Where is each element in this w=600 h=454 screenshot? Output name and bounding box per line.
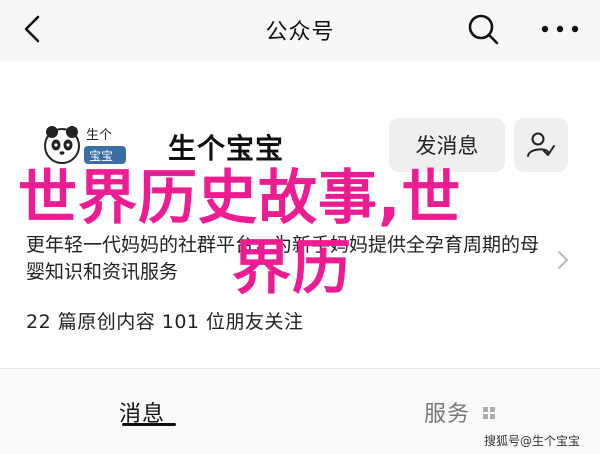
overlay-title-line1: 世界历史故事,世 xyxy=(18,163,462,232)
panda-logo-icon xyxy=(44,126,80,164)
account-name: 生个宝宝 xyxy=(168,132,285,165)
page-title: 公众号 xyxy=(265,20,335,45)
search-icon[interactable] xyxy=(466,12,500,46)
logo-text: 生个 xyxy=(86,127,112,142)
overlay-title: 世界历史故事,世 界历 xyxy=(18,163,578,303)
account-stats: 22 篇原创内容 101 位朋友关注 xyxy=(26,311,304,333)
send-message-label: 发消息 xyxy=(415,134,479,158)
tab-services[interactable]: 服务 xyxy=(424,396,470,428)
active-tab-indicator xyxy=(122,423,176,426)
overlay-title-line2: 界历 xyxy=(232,233,353,302)
grid-menu-icon xyxy=(483,407,495,419)
more-options-icon[interactable] xyxy=(540,24,580,34)
logo-badge-text: 宝宝 xyxy=(89,149,113,163)
user-check-icon xyxy=(527,132,555,157)
watermark: 搜狐号@生个宝宝 xyxy=(484,434,581,448)
